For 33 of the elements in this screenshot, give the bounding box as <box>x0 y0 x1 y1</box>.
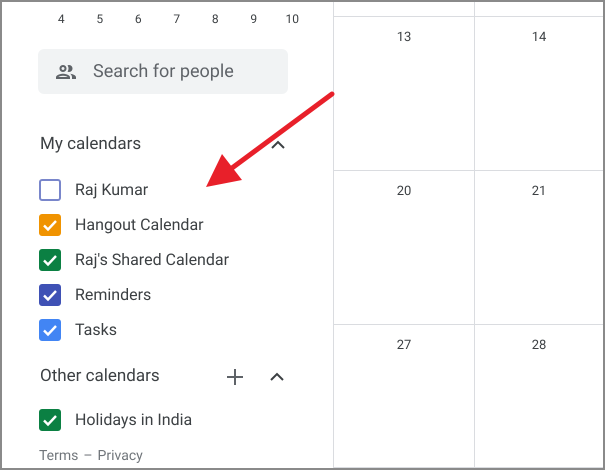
date-number[interactable]: 28 <box>532 336 546 356</box>
checkbox[interactable] <box>39 214 61 236</box>
checkbox[interactable] <box>39 318 61 340</box>
mini-calendar-day[interactable]: 9 <box>234 10 273 24</box>
section-title: My calendars <box>40 133 142 156</box>
mini-calendar-day[interactable]: 6 <box>119 10 158 24</box>
section-title: Other calendars <box>40 365 161 388</box>
date-number[interactable]: 21 <box>532 182 546 202</box>
search-field[interactable]: Search for people <box>38 49 288 94</box>
checkbox[interactable] <box>39 284 61 306</box>
mini-calendar-day[interactable]: 4 <box>42 10 80 24</box>
mini-calendar-day[interactable]: 7 <box>158 10 196 24</box>
search-placeholder: Search for people <box>93 60 234 84</box>
add-icon[interactable] <box>226 368 244 386</box>
checkbox[interactable] <box>39 248 61 270</box>
footer-link[interactable]: Terms <box>39 446 78 467</box>
calendar-label[interactable]: Raj's Shared Calendar <box>75 248 230 272</box>
date-number[interactable]: 13 <box>396 28 412 48</box>
date-number[interactable]: 27 <box>396 336 412 356</box>
calendar-label[interactable]: Holidays in India <box>75 408 192 432</box>
calendar-label[interactable]: Tasks <box>75 318 117 342</box>
mini-calendar-day[interactable]: 5 <box>80 10 119 24</box>
separator-text: – <box>83 447 93 466</box>
checkbox[interactable] <box>39 178 61 200</box>
calendar-label[interactable]: Hangout Calendar <box>75 212 204 236</box>
mini-calendar-day[interactable]: 8 <box>196 10 234 24</box>
calendar-label[interactable]: Reminders <box>75 282 152 306</box>
mini-calendar-day[interactable]: 10 <box>273 10 312 24</box>
footer-link[interactable]: Privacy <box>98 446 143 467</box>
calendar-label[interactable]: Raj Kumar <box>75 178 148 202</box>
date-number[interactable]: 14 <box>532 28 546 48</box>
checkbox[interactable] <box>39 408 61 430</box>
date-number[interactable]: 20 <box>396 182 412 202</box>
